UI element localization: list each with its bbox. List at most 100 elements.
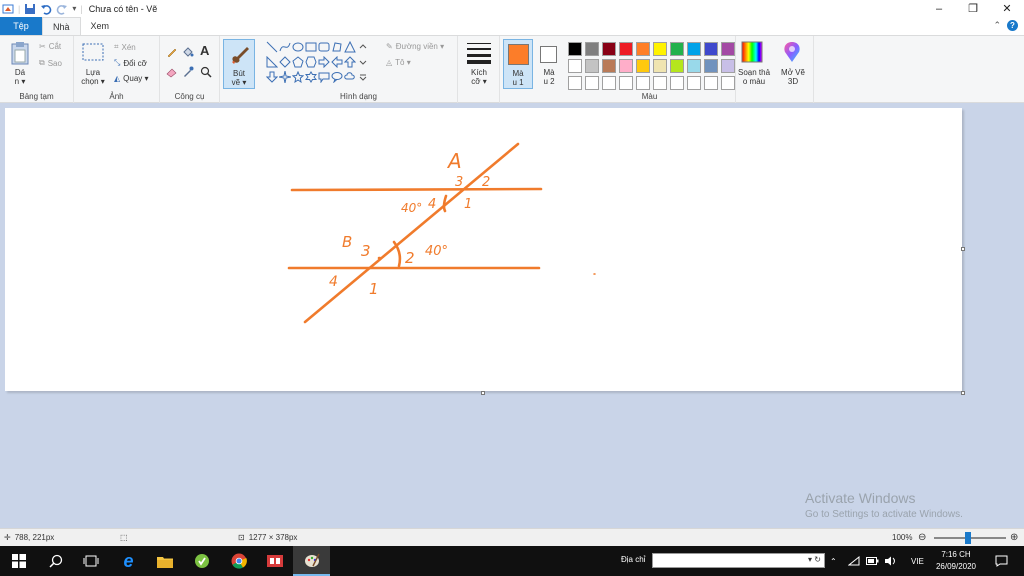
palette-swatch[interactable] [618, 41, 633, 56]
pentagon-shape-icon[interactable] [292, 56, 304, 68]
undo-icon[interactable] [40, 3, 52, 15]
palette-swatch[interactable] [669, 75, 684, 90]
rounded-callout-shape-icon[interactable] [318, 71, 330, 83]
palette-swatch[interactable] [584, 41, 599, 56]
save-icon[interactable] [24, 3, 36, 15]
tray-show-hidden-icon[interactable]: ⌃ [830, 546, 837, 576]
paste-dropdown[interactable]: n ▾ [6, 77, 34, 86]
palette-swatch[interactable] [720, 41, 735, 56]
collapse-ribbon-icon[interactable]: ⌃ [993, 20, 1001, 31]
brushes-button[interactable]: Bút vẽ ▾ [223, 39, 255, 89]
palette-swatch[interactable] [601, 75, 616, 90]
cloud-callout-shape-icon[interactable] [344, 71, 356, 83]
palette-swatch[interactable] [652, 75, 667, 90]
fill-bucket-icon[interactable] [182, 46, 194, 58]
text-tool-icon[interactable]: A [200, 43, 209, 58]
fill-dropdown[interactable]: ◬ Tô ▾ [386, 58, 411, 67]
canvas-resize-handle-bottom[interactable] [481, 391, 485, 395]
network-icon[interactable] [848, 546, 860, 576]
canvas-resize-handle-corner[interactable] [961, 391, 965, 395]
palette-swatch[interactable] [584, 58, 599, 73]
palette-swatch[interactable] [703, 75, 718, 90]
outline-dropdown[interactable]: ✎ Đường viền ▾ [386, 42, 444, 51]
rotate-button[interactable]: ◭ Quay ▾ [114, 74, 149, 83]
palette-swatch[interactable] [567, 58, 582, 73]
shapes-scroll-up-icon[interactable] [357, 41, 369, 53]
shapes-scroll-down-icon[interactable] [357, 56, 369, 68]
minimize-button[interactable]: – [922, 0, 956, 17]
palette-swatch[interactable] [584, 75, 599, 90]
address-dropdown-icon[interactable]: ▾ ↻ [808, 555, 821, 564]
palette-swatch[interactable] [635, 41, 650, 56]
start-button[interactable] [0, 546, 37, 576]
palette-swatch[interactable] [635, 75, 650, 90]
maximize-button[interactable]: ❐ [956, 0, 990, 17]
palette-swatch[interactable] [567, 41, 582, 56]
palette-swatch[interactable] [601, 41, 616, 56]
zoom-out-button[interactable]: ⊖ [918, 532, 926, 543]
six-point-star-shape-icon[interactable] [305, 71, 317, 83]
input-language[interactable]: VIE [911, 546, 924, 576]
color-2-button[interactable]: Mà u 2 [536, 39, 562, 89]
battery-icon[interactable] [866, 546, 879, 576]
left-arrow-shape-icon[interactable] [331, 56, 343, 68]
close-button[interactable]: ✕ [990, 0, 1024, 17]
size-dropdown[interactable]: cỡ ▾ [462, 77, 496, 86]
triangle-shape-icon[interactable] [344, 41, 356, 53]
taskbar-edge[interactable]: e [110, 546, 147, 576]
line-shape-icon[interactable] [266, 41, 278, 53]
oval-shape-icon[interactable] [292, 41, 304, 53]
polygon-shape-icon[interactable] [331, 41, 343, 53]
taskbar-app-green[interactable] [183, 546, 220, 576]
right-triangle-shape-icon[interactable] [266, 56, 278, 68]
volume-icon[interactable] [884, 546, 896, 576]
customize-toolbar-icon[interactable]: ▾ [72, 4, 76, 13]
curve-shape-icon[interactable] [279, 41, 291, 53]
rounded-rectangle-shape-icon[interactable] [318, 41, 330, 53]
color-picker-icon[interactable] [182, 66, 194, 78]
paste-icon[interactable] [10, 41, 30, 65]
taskbar-paint[interactable] [293, 546, 330, 576]
four-point-star-shape-icon[interactable] [279, 71, 291, 83]
shapes-more-icon[interactable] [357, 71, 369, 83]
taskbar-app-red[interactable] [256, 546, 293, 576]
oval-callout-shape-icon[interactable] [331, 71, 343, 83]
zoom-slider-thumb[interactable] [965, 532, 971, 544]
line-size-icon[interactable] [467, 42, 491, 64]
copy-button[interactable]: ⧉ Sao [39, 58, 62, 68]
down-arrow-shape-icon[interactable] [266, 71, 278, 83]
select-icon[interactable] [82, 43, 104, 61]
eraser-icon[interactable] [166, 66, 178, 78]
canvas-resize-handle-right[interactable] [961, 247, 965, 251]
crop-button[interactable]: ⌗ Xén [114, 42, 136, 52]
palette-swatch[interactable] [703, 41, 718, 56]
palette-swatch[interactable] [669, 58, 684, 73]
select-dropdown[interactable]: chọn ▾ [78, 77, 108, 86]
palette-swatch[interactable] [618, 58, 633, 73]
hexagon-shape-icon[interactable] [305, 56, 317, 68]
palette-swatch[interactable] [686, 75, 701, 90]
canvas-workspace[interactable]: A 3 2 40° 4 1 B 3 2 40° 4 1 Activate Win… [0, 104, 1024, 528]
palette-swatch[interactable] [652, 41, 667, 56]
task-view-button[interactable] [72, 546, 109, 576]
paint-3d-icon[interactable] [781, 41, 803, 63]
right-arrow-shape-icon[interactable] [318, 56, 330, 68]
palette-swatch[interactable] [686, 58, 701, 73]
palette-swatch[interactable] [635, 58, 650, 73]
five-point-star-shape-icon[interactable] [292, 71, 304, 83]
palette-swatch[interactable] [703, 58, 718, 73]
pencil-icon[interactable] [166, 46, 178, 58]
taskbar-file-explorer[interactable] [146, 546, 183, 576]
palette-swatch[interactable] [669, 41, 684, 56]
palette-swatch[interactable] [686, 41, 701, 56]
address-input[interactable]: ▾ ↻ [652, 553, 825, 568]
diamond-shape-icon[interactable] [279, 56, 291, 68]
redo-icon[interactable] [56, 3, 68, 15]
rectangle-shape-icon[interactable] [305, 41, 317, 53]
system-clock[interactable]: 7:16 CH 26/09/2020 [930, 549, 982, 573]
cut-button[interactable]: ✂ Cắt [39, 42, 61, 51]
palette-swatch[interactable] [601, 58, 616, 73]
tab-view[interactable]: Xem [81, 17, 120, 35]
tab-file[interactable]: Tệp [0, 17, 42, 35]
help-icon[interactable]: ? [1007, 20, 1018, 31]
